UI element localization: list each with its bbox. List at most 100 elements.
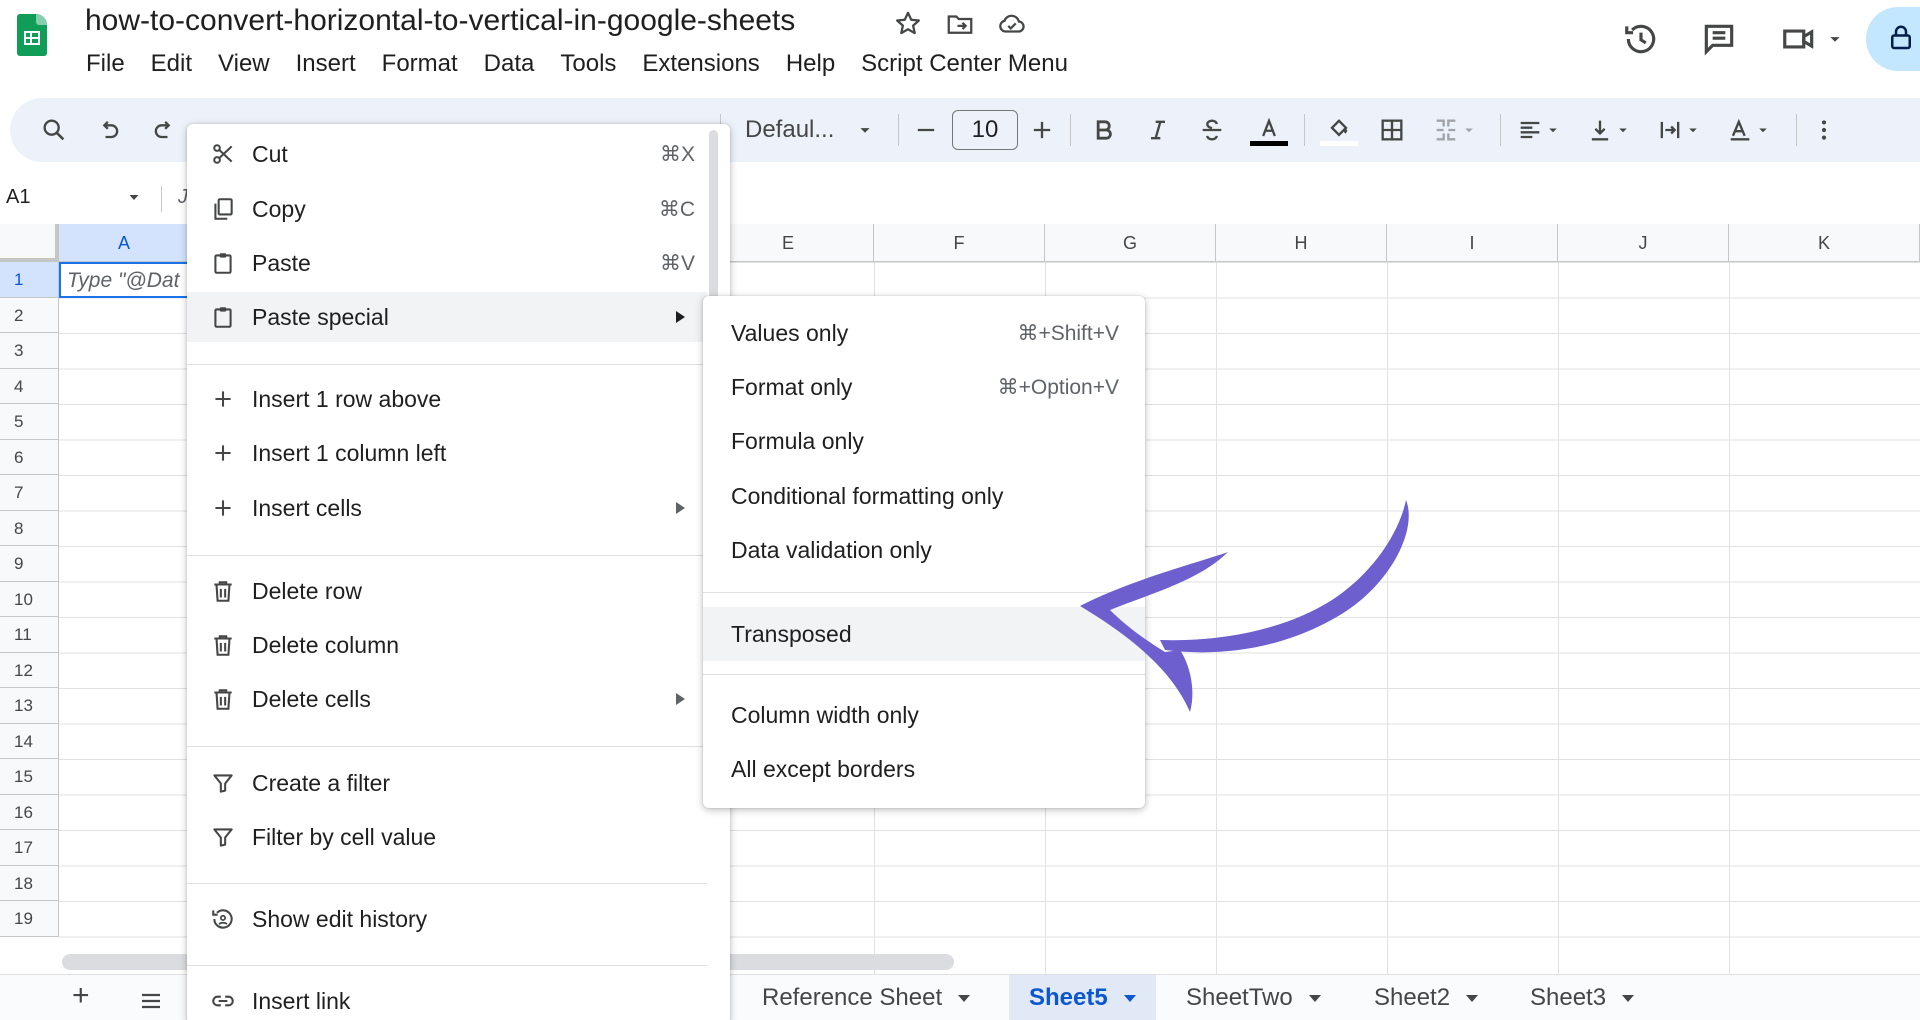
bold-icon[interactable] [1090,116,1118,144]
row-header[interactable]: 6 [0,439,59,475]
name-box[interactable]: A1 [6,186,30,209]
row-header[interactable]: 18 [0,865,59,901]
cloud-saved-icon[interactable] [997,9,1027,39]
search-menus-icon[interactable] [40,116,68,144]
row-header[interactable]: 5 [0,404,59,440]
row-header[interactable]: 19 [0,901,59,937]
borders-icon[interactable] [1378,116,1406,144]
submenu-item-all-except-borders[interactable]: All except borders [703,743,1145,795]
menu-item-insert-cells[interactable]: Insert cells [187,483,707,533]
increase-font-size-icon[interactable] [1028,116,1056,144]
italic-icon[interactable] [1144,116,1172,144]
row-header[interactable]: 10 [0,581,59,617]
menu-item-show-edit-history[interactable]: Show edit history [187,894,707,944]
sheet-tab-sheet5[interactable]: Sheet5 [1009,975,1156,1020]
sheets-logo-icon[interactable] [17,14,47,56]
row-header[interactable]: 4 [0,368,59,404]
sheet-tab-sheet3[interactable]: Sheet3 [1512,975,1652,1020]
menu-item-delete-column[interactable]: Delete column [187,620,707,670]
sheet-tab-reference[interactable]: Reference Sheet [744,975,988,1020]
row-header[interactable]: 13 [0,688,59,724]
menu-data[interactable]: Data [471,50,548,78]
row-header[interactable]: 14 [0,723,59,759]
row-header[interactable]: 12 [0,652,59,688]
row-header[interactable]: 11 [0,617,59,653]
star-icon[interactable] [893,9,923,39]
column-header-h[interactable]: H [1216,224,1387,262]
submenu-item-conditional-formatting-only[interactable]: Conditional formatting only [703,470,1145,522]
text-color-icon[interactable] [1255,115,1283,143]
text-rotation-icon[interactable] [1726,116,1754,144]
share-button[interactable] [1866,7,1920,71]
fill-color-icon[interactable] [1325,115,1353,143]
menu-item-label: Delete column [252,631,400,658]
chevron-down-icon[interactable] [126,193,142,205]
font-family-select[interactable]: Defaul... [745,98,876,162]
row-header[interactable]: 17 [0,830,59,866]
menu-item-insert-column-left[interactable]: Insert 1 column left [187,428,707,478]
column-header-k[interactable]: K [1729,224,1920,262]
redo-icon[interactable] [150,116,178,144]
menu-extensions[interactable]: Extensions [629,50,772,78]
menu-help[interactable]: Help [773,50,848,78]
submenu-item-column-width-only[interactable]: Column width only [703,689,1145,741]
row-header[interactable]: 7 [0,475,59,511]
select-all-corner[interactable] [0,224,59,262]
row-header[interactable]: 1 [0,262,59,298]
active-cell-a1[interactable]: Type "@Dat [59,262,190,298]
menu-item-insert-row-above[interactable]: Insert 1 row above [187,374,707,424]
menu-format[interactable]: Format [369,50,471,78]
menu-item-delete-cells[interactable]: Delete cells [187,674,707,724]
document-title[interactable]: how-to-convert-horizontal-to-vertical-in… [85,4,795,38]
vertical-align-icon[interactable] [1586,116,1614,144]
add-sheet-button[interactable]: + [72,979,90,1013]
strikethrough-icon[interactable] [1198,116,1226,144]
menu-edit[interactable]: Edit [138,50,205,78]
meet-video-icon[interactable] [1780,20,1818,58]
column-header-i[interactable]: I [1387,224,1558,262]
submenu-item-formula-only[interactable]: Formula only [703,415,1145,467]
submenu-item-transposed[interactable]: Transposed [703,607,1145,661]
menu-item-copy[interactable]: Copy ⌘C [187,184,707,234]
decrease-font-size-icon[interactable] [912,116,940,144]
submenu-item-format-only[interactable]: Format only ⌘+Option+V [703,361,1145,413]
move-to-folder-icon[interactable] [945,9,975,39]
menu-item-paste[interactable]: Paste ⌘V [187,238,707,288]
menu-script-center[interactable]: Script Center Menu [848,50,1081,78]
version-history-icon[interactable] [1622,20,1660,58]
row-header[interactable]: 15 [0,759,59,795]
comments-icon[interactable] [1700,20,1738,58]
font-size-input[interactable]: 10 [952,110,1018,150]
menu-item-cut[interactable]: Cut ⌘X [187,129,707,179]
row-header[interactable]: 16 [0,794,59,830]
row-header[interactable]: 9 [0,546,59,582]
row-header[interactable]: 3 [0,333,59,369]
submenu-item-values-only[interactable]: Values only ⌘+Shift+V [703,307,1145,359]
menu-item-filter-by-value[interactable]: Filter by cell value [187,812,707,862]
column-header-j[interactable]: J [1558,224,1729,262]
menu-item-create-filter[interactable]: Create a filter [187,758,707,808]
undo-icon[interactable] [95,116,123,144]
merge-cells-icon[interactable] [1432,116,1460,144]
chevron-down-icon[interactable] [1824,28,1846,50]
column-header-f[interactable]: F [874,224,1045,262]
menu-item-paste-special[interactable]: Paste special [187,292,707,342]
row-header[interactable]: 2 [0,297,59,333]
menu-tools[interactable]: Tools [547,50,629,78]
sheet-tab-sheet2[interactable]: Sheet2 [1356,975,1496,1020]
sheet-tab-sheettwo[interactable]: SheetTwo [1168,975,1339,1020]
more-options-icon[interactable] [1810,116,1838,144]
column-header-g[interactable]: G [1045,224,1216,262]
menu-insert[interactable]: Insert [283,50,369,78]
horizontal-align-icon[interactable] [1516,116,1544,144]
menu-view[interactable]: View [205,50,283,78]
menu-item-insert-link[interactable]: Insert link [187,976,707,1020]
all-sheets-menu-icon[interactable] [137,989,165,1013]
text-wrapping-icon[interactable] [1656,116,1684,144]
menu-item-delete-row[interactable]: Delete row [187,566,707,616]
submenu-item-data-validation-only[interactable]: Data validation only [703,524,1145,576]
row-header[interactable]: 8 [0,510,59,546]
menu-file[interactable]: File [73,50,138,78]
cell-placeholder: Type "@Dat [67,269,180,292]
column-header-a[interactable]: A [59,224,190,262]
